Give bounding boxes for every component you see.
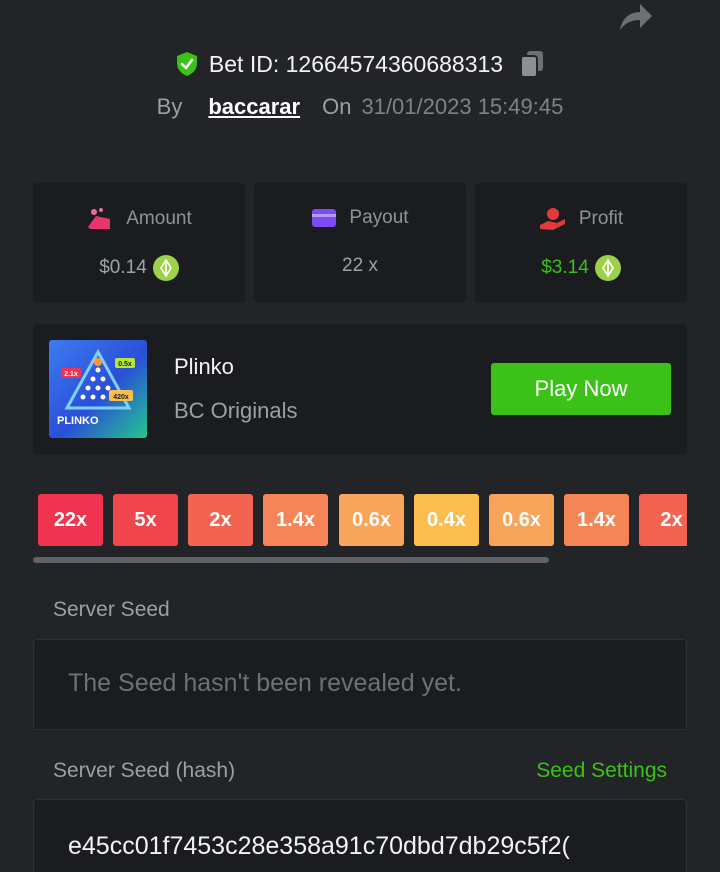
server-seed-box: The Seed hasn't been revealed yet. [33,639,687,730]
shield-check-icon [176,52,197,76]
eos-coin-icon [152,255,179,281]
wallet-card-icon [312,209,337,227]
thumb-title: PLINKO [57,415,99,427]
game-provider: BC Originals [174,398,298,423]
amount-card: Amount $0.14 [33,183,245,303]
payout-card: Payout 22 x [254,183,466,303]
by-label: By [156,94,183,119]
copy-icon[interactable] [519,50,545,78]
multiplier-slot: 5x [113,494,178,546]
server-seed-hash-label: Server Seed (hash) [53,759,236,782]
server-seed-hash-box[interactable]: e45cc01f7453c28e358a91c70dbd7db29c5f2( [33,799,687,872]
hand-profit-icon [539,208,565,230]
amount-value: $0.14 [99,257,147,278]
play-now-button[interactable]: Play Now [491,363,671,415]
multiplier-slot: 0.4x [414,494,479,546]
thumb-tag: 0.5x [118,361,132,368]
amount-label: Amount [126,208,192,229]
game-card: 2.1x 0.5x 420x PLINKO Plinko BC Original… [33,324,687,455]
thumb-tag: 2.1x [64,371,78,378]
share-icon [620,4,652,30]
eos-coin-icon [594,255,621,281]
bet-meta-row: By baccarar On 31/01/2023 15:49:45 [0,94,720,124]
bet-id-row: Bet ID: 12664574360688313 [0,50,720,82]
plinko-thumbnail[interactable]: 2.1x 0.5x 420x PLINKO [49,340,147,438]
multiplier-strip[interactable]: 22x 5x 2x 1.4x 0.6x 0.4x 0.6x 1.4x 2x [33,494,687,546]
bet-date: 31/01/2023 15:49:45 [361,94,564,119]
bet-chips-icon [88,208,111,229]
multiplier-slot: 22x [38,494,103,546]
payout-label: Payout [349,207,409,228]
game-name[interactable]: Plinko [174,354,234,380]
on-label: On [322,94,352,119]
profit-label: Profit [578,208,624,229]
multiplier-slot: 0.6x [339,494,404,546]
profit-card: Profit $3.14 [475,183,687,303]
bet-id: Bet ID: 12664574360688313 [208,50,504,77]
multiplier-slot: 2x [188,494,253,546]
multiplier-slot: 0.6x [489,494,554,546]
seed-settings-link[interactable]: Seed Settings [536,759,667,783]
multiplier-scrollbar[interactable] [33,557,549,563]
payout-value: 22 x [342,255,378,276]
share-button[interactable] [616,0,656,34]
username-link[interactable]: baccarar [208,94,300,120]
multiplier-slot: 1.4x [263,494,328,546]
server-seed-hash: e45cc01f7453c28e358a91c70dbd7db29c5f2( [68,832,570,860]
thumb-tag: 420x [113,394,129,401]
server-seed-text: The Seed hasn't been revealed yet. [68,669,462,697]
multiplier-slot: 1.4x [564,494,629,546]
server-seed-label: Server Seed [53,598,170,621]
profit-value: $3.14 [541,257,589,278]
multiplier-slot: 2x [639,494,687,546]
